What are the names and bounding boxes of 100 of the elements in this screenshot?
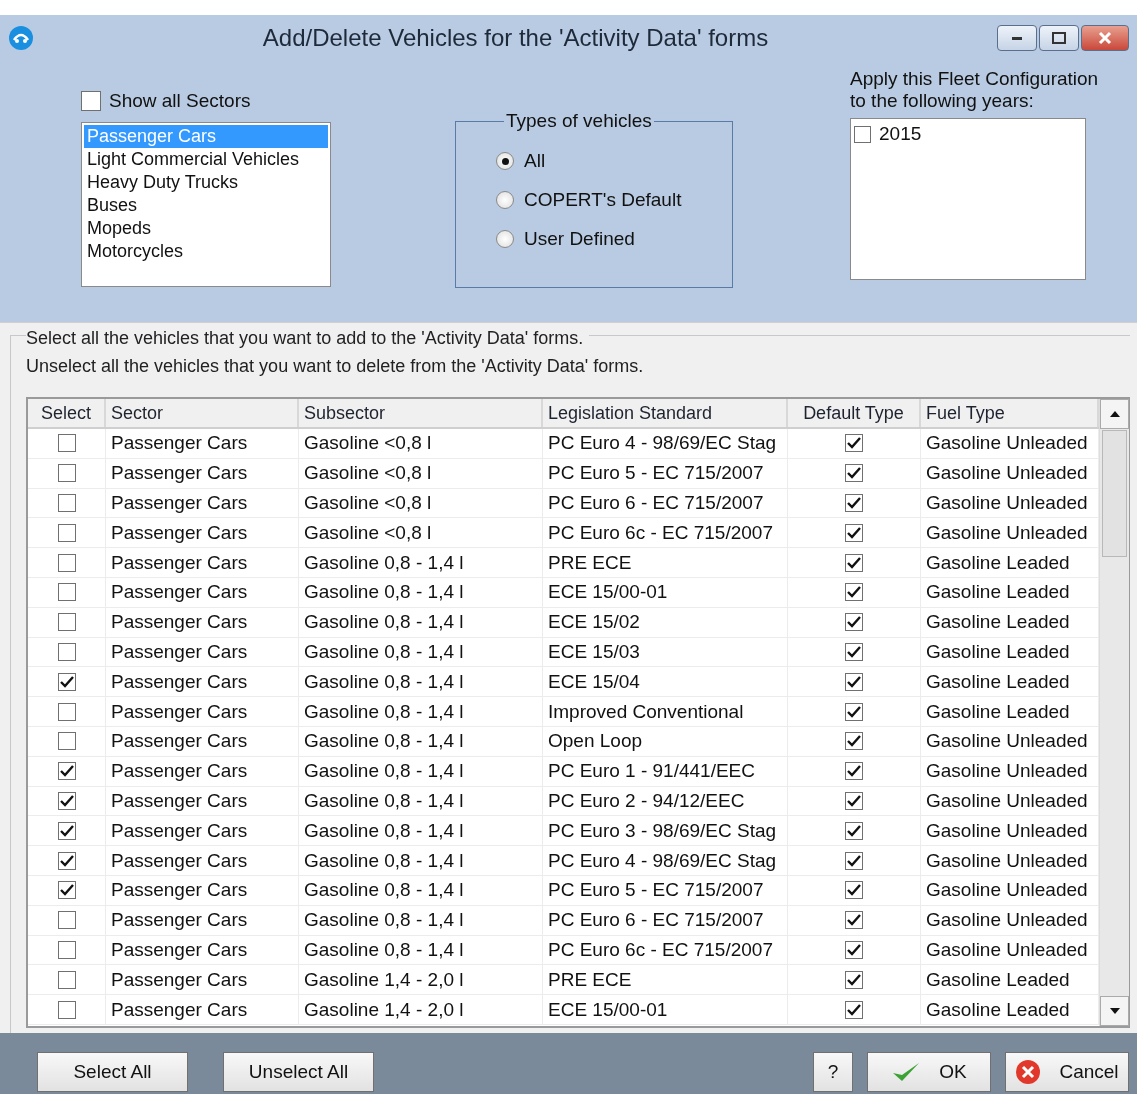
table-cell: Passenger Cars [106,875,299,905]
checkbox[interactable] [845,821,863,840]
checkbox[interactable] [845,851,863,870]
maximize-button[interactable] [1039,24,1079,51]
table-cell: Gasoline 1,4 - 2,0 l [299,995,543,1024]
checkbox[interactable] [845,791,863,810]
checkbox[interactable] [57,881,76,900]
minimize-button[interactable] [997,24,1037,51]
table-cell: ECE 15/00-01 [543,578,788,607]
radio-button[interactable] [496,152,514,170]
check-icon [847,675,861,688]
sector-item[interactable]: Buses [84,194,328,217]
checkbox[interactable] [57,523,76,542]
check-icon [847,824,861,837]
table-cell: PC Euro 1 - 91/441/EEC [543,756,788,786]
checkbox[interactable] [57,851,76,870]
table-cell: Passenger Cars [106,846,299,875]
checkbox[interactable] [57,613,76,632]
table-cell: ECE 15/00-01 [543,995,788,1024]
check-icon [59,765,74,778]
table-cell: Gasoline <0,8 l [299,429,543,458]
checkbox[interactable] [845,672,863,691]
checkbox[interactable] [845,553,863,572]
sector-item[interactable]: Motorcycles [84,240,328,263]
table-cell: Passenger Cars [106,458,299,488]
window-title: Add/Delete Vehicles for the 'Activity Data' forms [261,23,770,52]
checkbox[interactable] [57,642,76,661]
checkbox[interactable] [845,583,863,602]
checkbox[interactable] [57,494,76,512]
checkbox[interactable] [57,434,76,453]
checkbox[interactable] [57,791,76,810]
unselect-all-button[interactable]: Unselect All [223,1052,374,1092]
check-icon [847,705,861,718]
column-header[interactable]: Default Type [788,399,921,427]
checkbox[interactable] [57,821,76,840]
checkbox[interactable] [845,762,863,781]
checkbox[interactable] [57,762,76,781]
checkbox[interactable] [845,732,863,751]
scrollbar[interactable] [1099,399,1129,1026]
help-button[interactable]: ? [813,1052,853,1092]
checkbox[interactable] [845,702,863,721]
table-cell: Gasoline 0,8 - 1,4 l [299,846,543,875]
checkbox[interactable] [845,940,863,959]
checkbox[interactable] [57,702,76,721]
checkbox[interactable] [57,1000,76,1019]
checkbox[interactable] [57,970,76,989]
checkbox[interactable] [57,732,76,751]
scrollbar-thumb[interactable] [1102,430,1127,557]
table-cell: Passenger Cars [106,726,299,756]
checkbox[interactable] [845,881,863,900]
table-cell: PC Euro 3 - 98/69/EC Stag [543,816,788,846]
sector-item[interactable]: Light Commercial Vehicles [84,148,328,171]
select-all-button[interactable]: Select All [37,1052,188,1092]
check-icon [847,884,861,897]
checkbox[interactable] [81,91,101,111]
check-icon [847,735,861,748]
radio-button[interactable] [496,230,514,248]
table-cell: Passenger Cars [106,995,299,1024]
check-icon [847,526,861,539]
checkbox[interactable] [845,1000,863,1019]
check-icon [847,914,861,927]
checkbox[interactable] [845,494,863,512]
checkbox[interactable] [57,911,76,930]
checkbox[interactable] [845,434,863,453]
checkbox[interactable] [57,583,76,602]
cancel-button[interactable]: Cancel [1005,1052,1129,1092]
sector-item[interactable]: Heavy Duty Trucks [84,171,328,194]
checkbox[interactable] [845,613,863,632]
checkbox[interactable] [57,940,76,959]
table-cell: Passenger Cars [106,578,299,607]
column-header[interactable]: Select [28,399,106,427]
table-cell: PRE ECE [543,548,788,577]
checkbox[interactable] [854,125,871,143]
column-header[interactable]: Subsector [299,399,543,427]
check-icon [847,794,861,807]
checkbox[interactable] [57,553,76,572]
checkbox[interactable] [57,464,76,483]
radio-button[interactable] [496,191,514,209]
check-icon [847,467,861,480]
close-icon [1098,30,1112,45]
checkbox[interactable] [845,523,863,542]
table-cell: Passenger Cars [106,965,299,995]
checkbox[interactable] [845,464,863,483]
table-cell: PC Euro 6c - EC 715/2007 [543,935,788,965]
up-arrow-icon [1108,410,1121,418]
table-cell: Gasoline <0,8 l [299,488,543,518]
table-cell: PC Euro 5 - EC 715/2007 [543,458,788,488]
checkbox[interactable] [845,642,863,661]
table-cell: Gasoline <0,8 l [299,518,543,548]
close-button[interactable] [1081,24,1129,51]
sector-item[interactable]: Mopeds [84,217,328,240]
table-cell: PC Euro 4 - 98/69/EC Stag [543,846,788,875]
check-icon [847,943,861,956]
table-cell: Passenger Cars [106,756,299,786]
ok-button[interactable]: OK [867,1052,991,1092]
checkbox[interactable] [845,970,863,989]
checkbox[interactable] [845,911,863,930]
checkbox[interactable] [57,672,76,691]
column-header[interactable]: Legislation Standard [543,399,788,427]
column-header[interactable]: Sector [106,399,299,427]
